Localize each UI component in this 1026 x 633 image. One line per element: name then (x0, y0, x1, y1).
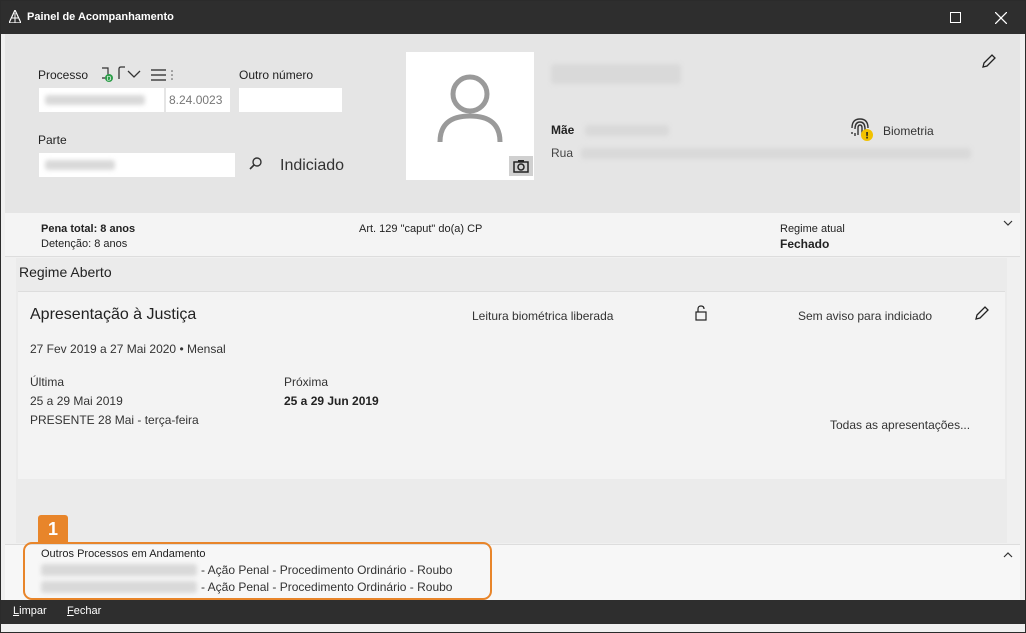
proxima-value: 25 a 29 Jun 2019 (284, 394, 379, 408)
mae-label: Mãe (551, 123, 575, 137)
mae-value (585, 125, 669, 136)
person-photo (406, 52, 534, 180)
periodo: 27 Fev 2019 a 27 Mai 2020 • Mensal (30, 342, 226, 356)
regime-atual-label: Regime atual (780, 223, 845, 235)
rua-label: Rua (551, 146, 574, 160)
svg-text:D: D (107, 76, 112, 83)
parte-input[interactable] (39, 153, 235, 177)
todas-apresentacoes-link[interactable]: Todas as apresentações... (830, 418, 970, 432)
ultima-value: 25 a 29 Mai 2019 (30, 394, 123, 408)
regime-title: Regime Aberto (19, 264, 112, 280)
edit-pencil-icon[interactable] (974, 305, 990, 321)
biometria-label: Biometria (883, 124, 934, 138)
fingerprint-icon[interactable]: ! (848, 116, 874, 142)
proxima-label: Próxima (284, 375, 329, 389)
close-icon (995, 11, 1007, 24)
collapse-summary-button[interactable] (1002, 214, 1014, 232)
fechar-button[interactable]: Fechar (67, 605, 101, 617)
close-button[interactable] (978, 1, 1024, 34)
process-document-icon[interactable]: D (100, 66, 114, 82)
edit-pencil-icon[interactable] (981, 53, 997, 69)
fechar-label: echar (73, 605, 102, 617)
indiciado-label: Indiciado (280, 157, 345, 174)
parte-label: Parte (38, 133, 67, 147)
svg-text:!: ! (865, 132, 869, 142)
app-logo-icon (9, 10, 21, 23)
leitura-biometrica: Leitura biométrica liberada (472, 309, 614, 323)
expand-outros-button[interactable] (1002, 546, 1014, 564)
fechar-accesskey: F (67, 605, 74, 617)
outro-numero-input[interactable] (239, 88, 342, 112)
maximize-button[interactable] (932, 1, 978, 34)
main-window: Painel de Acompanhamento Processo D 8.24… (0, 0, 1026, 633)
artigo: Art. 129 "caput" do(a) CP (359, 223, 483, 235)
unlock-icon[interactable] (694, 305, 708, 321)
card-title: Apresentação à Justiça (30, 306, 197, 323)
person-name (551, 64, 681, 84)
processo-input-part1[interactable] (39, 88, 164, 112)
chevron-down-icon[interactable] (127, 70, 141, 78)
aviso-indiciado: Sem aviso para indiciado (798, 309, 933, 323)
pena-summary: Pena total: 8 anos Detenção: 8 anos Art.… (5, 213, 1020, 257)
detencao: Detenção: 8 anos (41, 238, 128, 250)
processo-input-part2[interactable]: 8.24.0023 (166, 88, 230, 112)
apresentacao-card: Apresentação à Justiça Leitura biométric… (18, 291, 1005, 479)
footer-bar: Limpar Fechar (1, 600, 1025, 624)
limpar-button[interactable]: Limpar (13, 605, 47, 617)
annotation-badge: 1 (38, 515, 68, 543)
photo-camera-button[interactable] (509, 156, 533, 176)
ultima-presente: PRESENTE 28 Mai - terça-feira (30, 413, 199, 427)
window-title: Painel de Acompanhamento (27, 11, 174, 23)
user-avatar-icon (437, 74, 503, 143)
regime-atual-value: Fechado (780, 237, 830, 251)
pena-total: Pena total: 8 anos (41, 223, 136, 235)
limpar-label: impar (19, 605, 47, 617)
processo-value: 8.24.0023 (169, 93, 223, 107)
rua-value (581, 148, 971, 159)
chevron-down-icon (1003, 220, 1013, 226)
title-bar: Painel de Acompanhamento (1, 1, 1025, 34)
annotation-highlight (23, 542, 492, 600)
outro-numero-label: Outro número (239, 68, 314, 82)
processo-label: Processo (38, 68, 89, 82)
maximize-icon (949, 12, 961, 23)
search-icon[interactable] (249, 157, 263, 171)
person-header: Processo D 8.24.0023 Outro número Parte (5, 34, 1020, 213)
chevron-up-icon (1003, 552, 1013, 558)
regime-section: Regime Aberto Apresentação à Justiça Lei… (16, 258, 1007, 543)
camera-icon (513, 160, 529, 173)
menu-icon[interactable] (150, 69, 176, 81)
ultima-label: Última (30, 375, 65, 389)
flag-icon[interactable] (117, 66, 127, 80)
